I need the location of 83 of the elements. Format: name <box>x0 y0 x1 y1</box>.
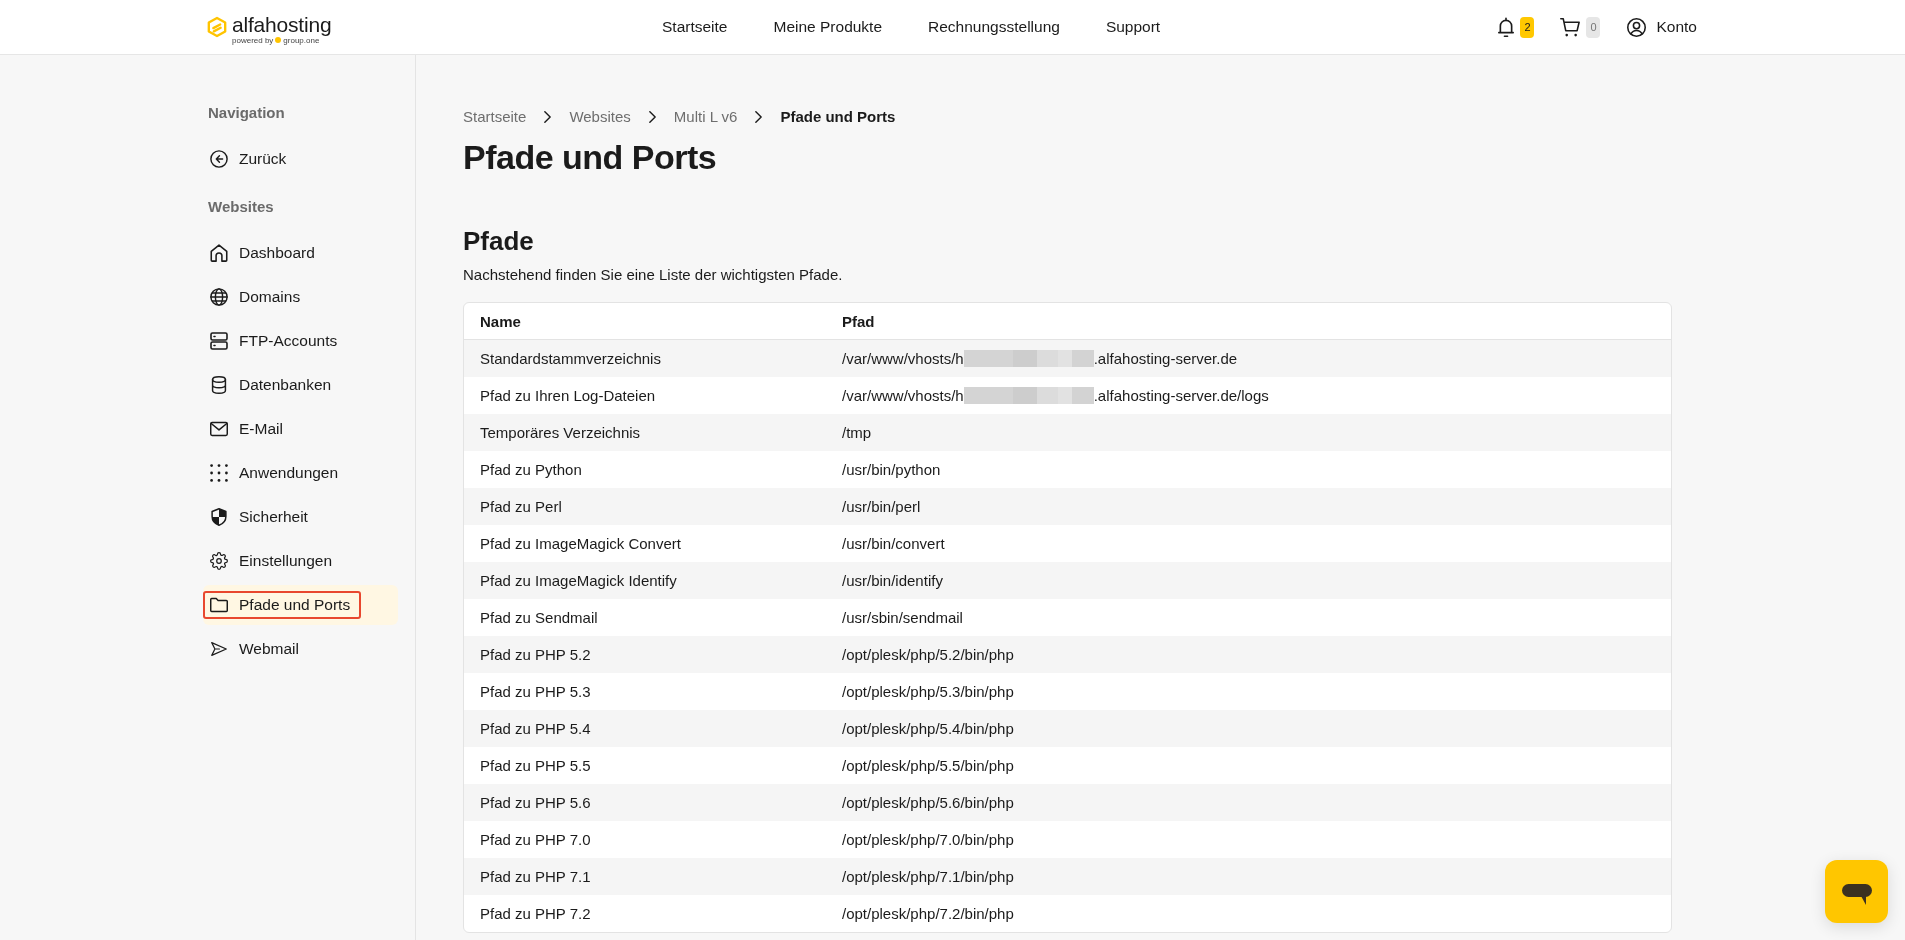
chat-bubble-icon <box>1841 883 1872 906</box>
nav-link[interactable]: Rechnungsstellung <box>928 18 1060 36</box>
table-cell-text: /usr/bin/perl <box>841 497 922 517</box>
table-cell-text: Pfad zu PHP 5.6 <box>479 793 592 813</box>
table-cell-text: Pfad zu PHP 5.3 <box>479 682 592 702</box>
table-cell-text: Pfad zu Sendmail <box>479 608 599 628</box>
table-cell-text: Temporäres Verzeichnis <box>479 423 642 443</box>
settings-icon <box>210 552 228 570</box>
envelope-icon <box>210 420 228 438</box>
breadcrumb-current[interactable]: Pfade und Ports <box>780 107 896 127</box>
table-cell-text: /opt/plesk/php/7.2/bin/php <box>841 904 1015 924</box>
chevron-icon <box>544 111 552 123</box>
sidebar-item[interactable]: FTP-Accounts <box>203 321 398 361</box>
table-cell-text: /opt/plesk/php/5.3/bin/php <box>841 682 1015 702</box>
table-cell-text: Pfad zu Python <box>479 460 583 480</box>
tagline-text: powered by <box>232 35 274 45</box>
table-cell-text: Pfad zu Perl <box>479 497 563 517</box>
table-cell-text: Pfad zu PHP 7.2 <box>479 904 592 924</box>
section-title: Pfade <box>463 225 535 257</box>
dot-icon <box>275 37 282 43</box>
section-heading: Websites <box>207 197 275 217</box>
path-text: .alfahosting-server.de <box>1093 350 1238 367</box>
sidebar-item[interactable]: E-Mail <box>203 409 398 449</box>
logo-wordmark[interactable]: alfahosting <box>232 13 332 35</box>
cart-count-badge: 0 <box>1586 16 1601 38</box>
sidebar-item[interactable]: Dashboard <box>203 233 398 273</box>
table-cell-text: /tmp <box>841 423 873 443</box>
table-cell-text: /opt/plesk/php/7.0/bin/php <box>841 830 1015 850</box>
cart-icon[interactable] <box>1560 17 1581 37</box>
user-icon <box>1627 17 1647 37</box>
account-link[interactable]: Konto <box>1627 17 1697 37</box>
nav-link[interactable]: Support <box>1105 18 1161 36</box>
table-cell-text: /opt/plesk/php/5.2/bin/php <box>841 645 1015 665</box>
table-cell-text: /usr/sbin/sendmail <box>841 608 964 628</box>
sidebar-item[interactable]: Pfade und Ports <box>203 585 398 625</box>
folder-icon <box>210 596 228 614</box>
table-cell-text: /opt/plesk/php/5.5/bin/php <box>841 756 1015 776</box>
path-text: .alfahosting-server.de/logs <box>1093 387 1269 404</box>
table-cell-text: Pfad zu PHP 5.2 <box>479 645 592 665</box>
section-description: Nachstehend finden Sie eine Liste der wichtigsten Pfade. <box>463 265 844 285</box>
sidebar-item[interactable]: Einstellungen <box>203 541 398 581</box>
dot-grid-icon <box>210 464 228 482</box>
table-cell-text: /opt/plesk/php/5.6/bin/php <box>841 793 1015 813</box>
breadcrumb-link[interactable]: Websites <box>569 107 631 127</box>
partner-name: group.one <box>283 35 320 45</box>
sidebar-item[interactable]: Datenbanken <box>203 365 398 405</box>
path-text: /var/www/vhosts/h <box>842 350 964 367</box>
nav-link[interactable]: Meine Produkte <box>773 18 883 36</box>
table-cell-text: Pfad zu PHP 5.5 <box>479 756 592 776</box>
section-heading: Navigation <box>207 103 286 123</box>
table-cell-text: Pfad zu PHP 7.1 <box>479 867 592 887</box>
sidebar-item[interactable]: Sicherheit <box>203 497 398 537</box>
sidebar-item[interactable]: Domains <box>203 277 398 317</box>
table-cell-text: /usr/bin/identify <box>841 571 944 591</box>
database-icon <box>210 376 228 394</box>
table-cell-text: Pfad zu ImageMagick Identify <box>479 571 678 591</box>
table-cell-text: /opt/plesk/php/5.4/bin/php <box>841 719 1015 739</box>
table-cell-text: /opt/plesk/php/7.1/bin/php <box>841 867 1015 887</box>
bell-icon[interactable] <box>1498 16 1515 38</box>
table-cell-text: /usr/bin/convert <box>841 534 946 554</box>
sidebar-item[interactable]: Zurück <box>203 139 398 179</box>
table-cell-text: Pfad zu ImageMagick Convert <box>479 534 682 554</box>
table-cell-text: Pfad zu Ihren Log-Dateien <box>479 386 657 406</box>
table-cell-text: Pfad zu PHP 7.0 <box>479 830 592 850</box>
chevron-icon <box>755 111 763 123</box>
table-cell-text: Pfad zu PHP 5.4 <box>479 719 592 739</box>
sidebar-item[interactable]: Anwendungen <box>203 453 398 493</box>
chevron-icon <box>648 111 656 123</box>
notification-count-badge: 2 <box>1520 16 1535 38</box>
table-cell-text: Standardstammverzeichnis <box>479 349 662 369</box>
chat-button[interactable] <box>1825 860 1888 923</box>
shield-icon <box>210 508 228 526</box>
sidebar-item[interactable]: Webmail <box>203 629 398 669</box>
breadcrumb-link[interactable]: Multi L v6 <box>673 107 738 127</box>
globe-icon <box>210 288 228 306</box>
paper-plane-icon <box>211 642 227 656</box>
breadcrumb-link[interactable]: Startseite <box>463 107 527 127</box>
table-cell-text: /usr/bin/python <box>841 460 942 480</box>
server-icon <box>210 332 228 350</box>
house-icon <box>210 244 228 262</box>
page-title: Pfade und Ports <box>463 137 718 177</box>
nav-link[interactable]: Startseite <box>662 18 728 36</box>
path-text: /var/www/vhosts/h <box>842 387 964 404</box>
